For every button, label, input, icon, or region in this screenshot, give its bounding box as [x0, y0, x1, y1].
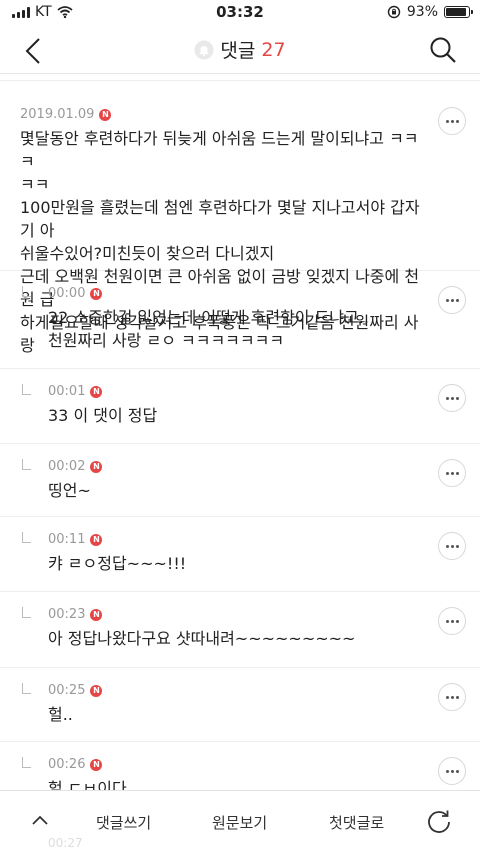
reply-meta: 00:02 N [48, 459, 420, 474]
reply-item: 00:11 N 캬 ㄹㅇ정답~~~!!! [0, 517, 480, 592]
comment-item: 2019.01.09 N 몇달동안 후련하다가 뒤늦게 아쉬움 드는게 말이되냐… [0, 81, 480, 355]
more-options-button[interactable] [438, 683, 466, 711]
reply-meta: 00:01 N [48, 384, 420, 399]
status-right: 93% [387, 4, 473, 20]
reply-text: 아 정답나왔다구요 샷따내려~~~~~~~~~ [48, 629, 356, 648]
new-badge: N [90, 533, 103, 546]
reply-time: 00:11 [48, 532, 86, 547]
more-options-button[interactable] [438, 757, 466, 785]
new-badge: N [90, 385, 103, 398]
more-options-button[interactable] [438, 107, 466, 135]
comment-list[interactable]: 2019.01.09 N 몇달동안 후련하다가 뒤늦게 아쉬움 드는게 말이되냐… [0, 75, 480, 790]
reply-text: 띵언~ [48, 481, 91, 500]
page-title: 댓글 [220, 40, 256, 62]
status-bar: KT 03:32 93% [0, 0, 480, 26]
comment-date: 2019.01.09 [20, 107, 95, 122]
reply-time: 00:00 [48, 286, 86, 301]
reply-item: 00:02 N 띵언~ [0, 444, 480, 517]
reply-item: 00:01 N 33 이 댓이 정답 [0, 369, 480, 444]
new-badge: N [90, 460, 103, 473]
reply-indicator-icon [22, 384, 31, 395]
reply-time: 00:01 [48, 384, 86, 399]
bell-icon [194, 40, 214, 59]
reply-indicator-icon [22, 286, 31, 297]
bottom-toolbar: 댓글쓰기 원문보기 첫댓글로 00:27 [0, 790, 480, 852]
chevron-up-icon[interactable] [30, 813, 50, 827]
reply-indicator-icon [22, 757, 31, 768]
more-options-button[interactable] [438, 607, 466, 635]
reply-indicator-icon [22, 459, 31, 470]
new-badge: N [99, 108, 112, 121]
reply-item: 00:25 N 헐.. [0, 668, 480, 742]
header: 댓글 27 [0, 26, 480, 74]
more-options-button[interactable] [438, 384, 466, 412]
reply-item: 00:23 N 아 정답나왔다구요 샷따내려~~~~~~~~~ [0, 592, 480, 668]
reply-text: 헐.. [48, 705, 73, 724]
new-badge: N [90, 608, 103, 621]
battery-icon [444, 6, 473, 18]
reply-item: 00:26 N 헐 ㄷㅂ이다 [0, 742, 480, 790]
refresh-icon[interactable] [426, 808, 452, 834]
reply-indicator-icon [22, 607, 31, 618]
more-options-button[interactable] [438, 532, 466, 560]
battery-percent: 93% [406, 4, 438, 20]
reply-meta: 00:23 N [48, 607, 420, 622]
hidden-reply-time: 00:27 [48, 836, 83, 850]
battery-fill [446, 8, 467, 16]
reply-meta: 00:26 N [48, 757, 420, 772]
reply-indicator-icon [22, 532, 31, 543]
reply-time: 00:02 [48, 459, 86, 474]
reply-text: 22 소중한걸 잃었는데 어떻게 후련함이 드냐고.. 천원짜리 사랑 ㄹㅇ ㅋ… [48, 308, 369, 350]
first-comment-button[interactable]: 첫댓글로 [329, 812, 384, 833]
search-icon[interactable] [428, 35, 458, 65]
reply-meta: 00:11 N [48, 532, 420, 547]
view-original-button[interactable]: 원문보기 [212, 812, 267, 833]
reply-time: 00:23 [48, 607, 86, 622]
reply-time: 00:25 [48, 683, 86, 698]
new-badge: N [90, 287, 103, 300]
reply-item: 00:00 N 22 소중한걸 잃었는데 어떻게 후련함이 드냐고.. 천원짜리… [0, 271, 480, 369]
new-badge: N [90, 684, 103, 697]
more-options-button[interactable] [438, 286, 466, 314]
more-options-button[interactable] [438, 459, 466, 487]
reply-text: 33 이 댓이 정답 [48, 406, 158, 425]
reply-text: 캬 ㄹㅇ정답~~~!!! [48, 554, 187, 573]
reply-time: 00:26 [48, 757, 86, 772]
write-comment-button[interactable]: 댓글쓰기 [96, 812, 151, 833]
new-badge: N [90, 758, 103, 771]
reply-meta: 00:25 N [48, 683, 420, 698]
rotation-lock-icon [387, 5, 401, 19]
reply-indicator-icon [22, 683, 31, 694]
reply-text: 헐 ㄷㅂ이다 [48, 779, 127, 790]
header-title-group: 댓글 27 [0, 36, 480, 63]
comment-meta: 2019.01.09 N [20, 107, 420, 122]
reply-meta: 00:00 N [48, 286, 420, 301]
comment-count: 27 [261, 38, 286, 61]
